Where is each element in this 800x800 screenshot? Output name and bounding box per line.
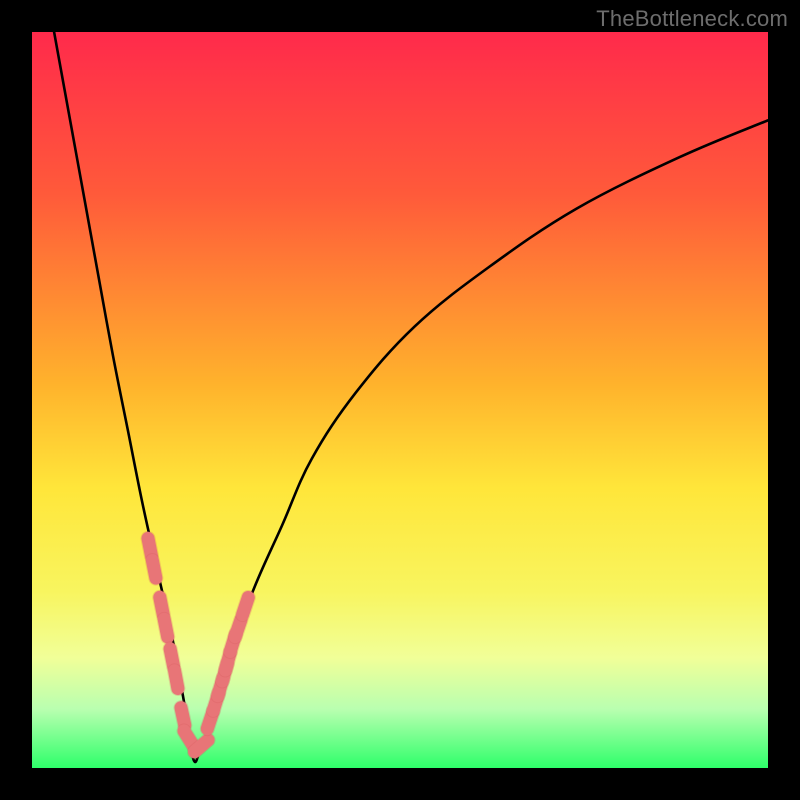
curve-marker-outline <box>207 712 213 729</box>
curve-marker-outline <box>195 740 209 752</box>
curve-marker-outline <box>164 619 168 637</box>
curve-marker <box>225 653 230 670</box>
curve-svg <box>32 32 768 768</box>
curve-marker <box>243 598 249 615</box>
curve-marker <box>235 620 241 637</box>
curve-marker-outline <box>170 649 174 667</box>
curve-marker-outline <box>184 731 194 746</box>
curve-marker <box>170 649 174 667</box>
curve-marker-outline <box>218 678 223 695</box>
curve-marker <box>230 634 235 651</box>
curve-marker-outline <box>225 653 230 670</box>
curve-marker <box>218 678 223 695</box>
curve-marker <box>164 619 168 637</box>
curve-marker <box>148 538 152 556</box>
curve-marker-outline <box>230 634 235 651</box>
curve-marker-outline <box>235 620 241 637</box>
curve-marker-outline <box>152 561 156 579</box>
curve-marker <box>222 664 227 681</box>
curve-marker <box>152 561 156 579</box>
curve-marker-outline <box>213 693 218 710</box>
plot-area <box>32 32 768 768</box>
curve-marker-outline <box>222 664 227 681</box>
watermark-label: TheBottleneck.com <box>596 6 788 32</box>
bottleneck-curve <box>54 32 768 762</box>
curve-marker-outline <box>148 538 152 556</box>
curve-marker-outline <box>243 598 249 615</box>
curve-path <box>54 32 768 762</box>
curve-marker <box>213 693 218 710</box>
curve-marker <box>184 731 194 746</box>
curve-marker-outline <box>181 708 185 726</box>
curve-marker-outline <box>160 597 164 615</box>
curve-marker-outline <box>175 671 178 689</box>
chart-frame: TheBottleneck.com <box>0 0 800 800</box>
marker-group <box>148 538 248 751</box>
curve-marker <box>160 597 164 615</box>
curve-marker <box>195 740 209 752</box>
curve-marker <box>207 712 213 729</box>
curve-marker <box>175 671 178 689</box>
curve-marker <box>181 708 185 726</box>
